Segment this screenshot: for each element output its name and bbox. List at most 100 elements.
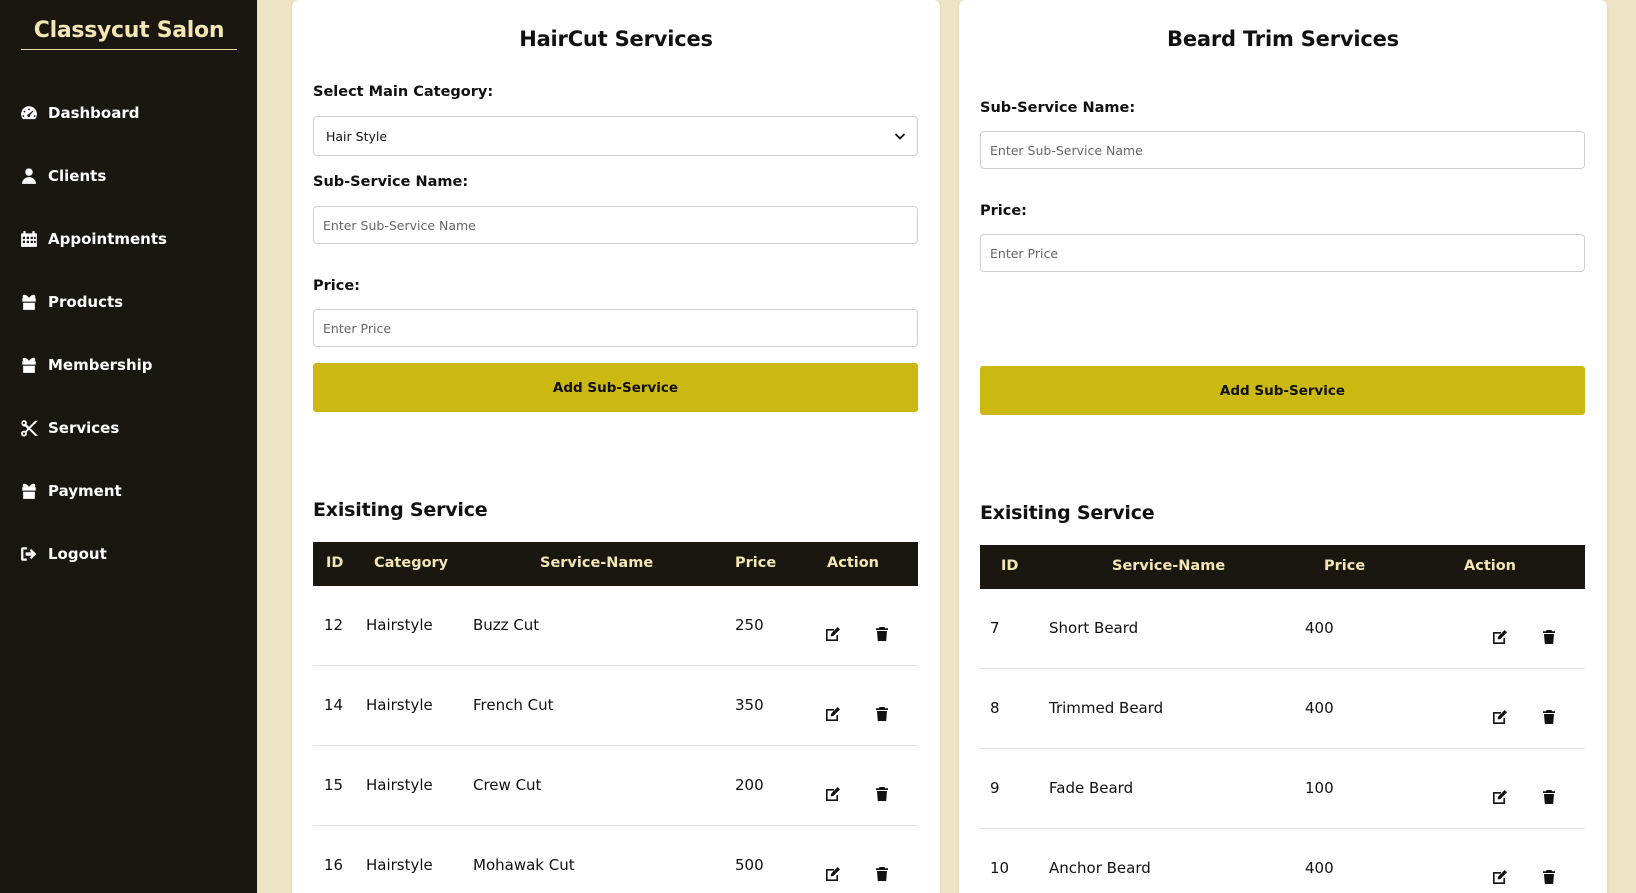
column-header: Price (1324, 558, 1366, 574)
column-header: Category (374, 555, 449, 571)
cell-id: 15 (324, 776, 344, 794)
edit-icon[interactable] (825, 626, 843, 644)
calendar-icon (21, 231, 37, 247)
trash-icon[interactable] (1541, 789, 1559, 807)
sidebar-item-label: Clients (48, 167, 107, 185)
table-header: ID Category Service-Name Price Action (313, 542, 918, 586)
category-label: Select Main Category: (313, 84, 494, 100)
trash-icon[interactable] (874, 626, 892, 644)
gauge-icon (21, 106, 37, 120)
cell-price: 400 (1305, 619, 1334, 637)
cell-id: 14 (324, 696, 344, 714)
edit-icon[interactable] (825, 866, 843, 884)
cell-service-name: Buzz Cut (473, 616, 540, 634)
edit-icon[interactable] (1492, 869, 1510, 887)
beard-trim-services-card: Beard Trim Services Sub-Service Name: Pr… (959, 0, 1607, 893)
sidebar-item-label: Services (48, 419, 120, 437)
cell-price: 500 (735, 856, 764, 874)
sidebar-item-label: Payment (48, 482, 122, 500)
sidebar-item-dashboard[interactable]: Dashboard (20, 101, 139, 125)
sidebar-item-label: Logout (48, 545, 107, 563)
cell-service-name: Anchor Beard (1049, 859, 1151, 877)
table-row: 12 Hairstyle Buzz Cut 250 (313, 586, 918, 666)
subservice-name-input[interactable] (980, 131, 1585, 169)
cell-id: 8 (990, 699, 1000, 717)
edit-icon[interactable] (825, 786, 843, 804)
cell-price: 250 (735, 616, 764, 634)
column-header: Action (827, 555, 880, 571)
haircut-services-card: HairCut Services Select Main Category: H… (292, 0, 940, 893)
cell-service-name: French Cut (473, 696, 554, 714)
haircut-services-table: ID Category Service-Name Price Action 12… (313, 542, 918, 893)
column-header: ID (326, 555, 344, 571)
gift-icon (22, 357, 36, 373)
subservice-label: Sub-Service Name: (313, 174, 469, 190)
edit-icon[interactable] (1492, 789, 1510, 807)
cell-category: Hairstyle (366, 616, 433, 634)
price-input[interactable] (980, 234, 1585, 272)
sidebar-item-appointments[interactable]: Appointments (20, 227, 167, 251)
trash-icon[interactable] (1541, 629, 1559, 647)
cell-id: 16 (324, 856, 344, 874)
select-value: Hair Style (326, 128, 388, 144)
table-header: ID Service-Name Price Action (980, 545, 1585, 589)
card-title: HairCut Services (519, 27, 713, 51)
sidebar-item-label: Appointments (48, 230, 167, 248)
cell-price: 200 (735, 776, 764, 794)
cell-category: Hairstyle (366, 856, 433, 874)
cell-service-name: Mohawak Cut (473, 856, 575, 874)
gift-icon (22, 294, 36, 310)
subservice-name-input[interactable] (313, 206, 918, 244)
cell-service-name: Trimmed Beard (1049, 699, 1164, 717)
sign-out-icon (21, 547, 37, 561)
trash-icon[interactable] (874, 786, 892, 804)
table-row: 10 Anchor Beard 400 (980, 829, 1585, 893)
sidebar-item-services[interactable]: Services (20, 416, 119, 440)
cell-id: 7 (990, 619, 1000, 637)
subservice-label: Sub-Service Name: (980, 100, 1136, 116)
beard-services-table: ID Service-Name Price Action 7 Short Bea… (980, 545, 1585, 893)
sidebar: Classycut Salon Dashboard Clients Appoin… (0, 0, 257, 893)
sidebar-item-logout[interactable]: Logout (20, 542, 107, 566)
edit-icon[interactable] (1492, 709, 1510, 727)
sidebar-item-membership[interactable]: Membership (20, 353, 153, 377)
cell-category: Hairstyle (366, 696, 433, 714)
trash-icon[interactable] (874, 706, 892, 724)
table-row: 7 Short Beard 400 (980, 589, 1585, 669)
gift-icon (22, 483, 36, 499)
table-row: 9 Fade Beard 100 (980, 749, 1585, 829)
column-header: Action (1464, 558, 1517, 574)
column-header: Service-Name (1112, 558, 1226, 574)
existing-service-title: Exisiting Service (980, 502, 1155, 524)
table-row: 14 Hairstyle French Cut 350 (313, 666, 918, 746)
cell-id: 10 (990, 859, 1010, 877)
column-header: Service-Name (540, 555, 654, 571)
trash-icon[interactable] (1541, 869, 1559, 887)
column-header: ID (1001, 558, 1019, 574)
cell-price: 400 (1305, 859, 1334, 877)
edit-icon[interactable] (825, 706, 843, 724)
cell-id: 9 (990, 779, 1000, 797)
sidebar-item-products[interactable]: Products (20, 290, 123, 314)
table-row: 15 Hairstyle Crew Cut 200 (313, 746, 918, 826)
cell-id: 12 (324, 616, 344, 634)
user-icon (22, 168, 36, 184)
sidebar-item-clients[interactable]: Clients (20, 164, 106, 188)
brand-title: Classycut Salon (21, 18, 237, 50)
cell-category: Hairstyle (366, 776, 433, 794)
trash-icon[interactable] (1541, 709, 1559, 727)
trash-icon[interactable] (874, 866, 892, 884)
price-label: Price: (313, 278, 360, 294)
add-subservice-button[interactable]: Add Sub-Service (313, 363, 918, 412)
sidebar-item-payment[interactable]: Payment (20, 479, 122, 503)
main-category-select[interactable]: Hair Style (313, 116, 918, 156)
chevron-down-icon (894, 133, 906, 140)
add-subservice-button[interactable]: Add Sub-Service (980, 366, 1585, 415)
sidebar-item-label: Membership (48, 356, 153, 374)
card-title: Beard Trim Services (1167, 27, 1399, 51)
existing-service-title: Exisiting Service (313, 499, 488, 521)
edit-icon[interactable] (1492, 629, 1510, 647)
price-input[interactable] (313, 309, 918, 347)
sidebar-item-label: Dashboard (48, 104, 140, 122)
table-row: 8 Trimmed Beard 400 (980, 669, 1585, 749)
